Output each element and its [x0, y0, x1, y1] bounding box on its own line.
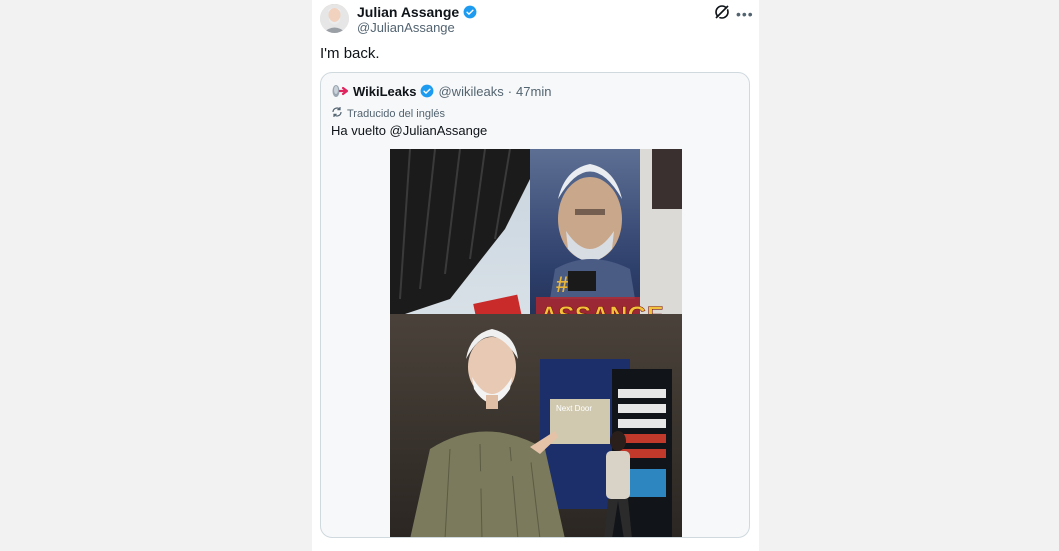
author-avatar[interactable]	[320, 4, 349, 33]
quoted-author-name[interactable]: WikiLeaks	[353, 84, 416, 99]
author-name[interactable]: Julian Assange	[357, 4, 459, 20]
verified-badge-icon	[420, 84, 434, 98]
tweet-photo[interactable]: # ASSANGE Next Door	[390, 149, 682, 537]
shop-sign: Next Door	[556, 404, 592, 413]
translated-text: Traducido del inglés	[347, 107, 446, 120]
verified-badge-icon	[463, 5, 477, 19]
quoted-tweet[interactable]: WikiLeaks @wikileaks · 47min Traducido d…	[320, 72, 750, 538]
meta-separator: ·	[507, 83, 513, 99]
translate-icon	[331, 106, 343, 121]
quoted-author-handle[interactable]: @wikileaks	[438, 84, 503, 99]
mural-hash: #	[556, 272, 568, 297]
tweet-card[interactable]: Julian Assange @JulianAssange ••• I'm ba…	[312, 0, 759, 551]
quoted-time[interactable]: 47min	[516, 84, 551, 99]
tweet-text: I'm back.	[320, 45, 380, 62]
translated-label[interactable]: Traducido del inglés	[331, 106, 445, 121]
more-icon[interactable]: •••	[736, 6, 754, 22]
quoted-text: Ha vuelto @JulianAssange	[331, 123, 488, 138]
grok-icon[interactable]	[714, 4, 730, 20]
wikileaks-logo-icon[interactable]	[331, 83, 349, 99]
author-handle[interactable]: @JulianAssange	[357, 20, 455, 35]
